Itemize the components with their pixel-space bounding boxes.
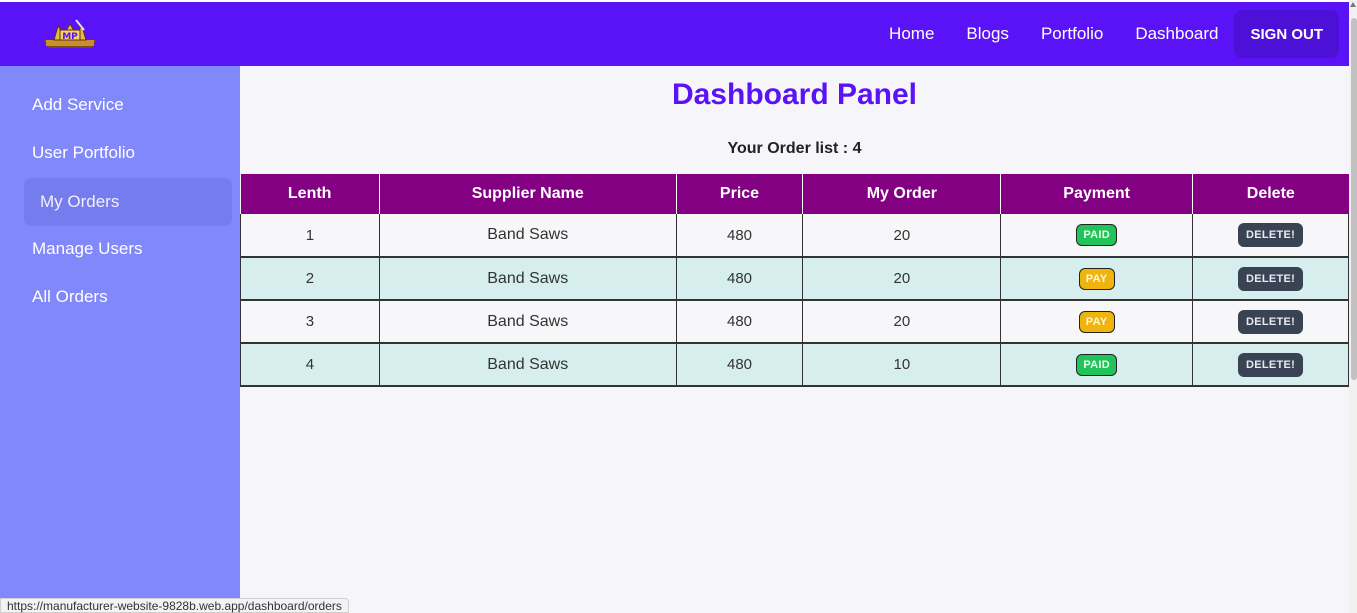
cell-lenth: 3	[240, 300, 380, 344]
column-header-delete: Delete	[1192, 174, 1349, 214]
cell-price: 480	[676, 257, 804, 301]
cell-delete: DELETE!	[1192, 257, 1349, 301]
table-row: 3 Band Saws 480 20 PAY DELETE!	[240, 300, 1349, 344]
scroll-up-arrow-icon[interactable]	[1350, 2, 1356, 7]
table-header-row: Lenth Supplier Name Price My Order Payme…	[240, 174, 1349, 214]
cell-my-order: 20	[802, 257, 1002, 301]
page-title: Dashboard Panel	[671, 78, 918, 111]
pay-button[interactable]: PAY	[1078, 310, 1115, 333]
cell-supplier-name: Band Saws	[379, 214, 677, 258]
sidebar-item-all-orders[interactable]: All Orders	[24, 273, 232, 321]
cell-delete: DELETE!	[1192, 300, 1349, 344]
sidebar-item-my-orders[interactable]: My Orders	[24, 178, 232, 226]
delete-button[interactable]: DELETE!	[1237, 266, 1304, 291]
delete-button[interactable]: DELETE!	[1237, 223, 1304, 247]
cell-price: 480	[676, 300, 804, 344]
orders-table: Lenth Supplier Name Price My Order Payme…	[240, 174, 1349, 387]
sidebar-item-user-portfolio[interactable]: User Portfolio	[24, 129, 232, 177]
cell-payment: PAID	[1000, 343, 1194, 387]
svg-text:MP: MP	[62, 32, 78, 42]
cell-my-order: 20	[802, 214, 1002, 258]
table-row: 1 Band Saws 480 20 PAID DELETE!	[240, 214, 1349, 258]
main-content: Dashboard Panel Your Order list : 4 Lent…	[240, 66, 1349, 613]
cell-delete: DELETE!	[1192, 214, 1349, 258]
cell-price: 480	[676, 214, 804, 258]
sidebar-item-add-service[interactable]: Add Service	[24, 81, 232, 129]
cell-lenth: 2	[240, 257, 380, 301]
nav-links: Home Blogs Portfolio Dashboard SIGN OUT	[873, 2, 1339, 66]
mp-logo-icon[interactable]: MP	[40, 16, 100, 52]
nav-dashboard-link[interactable]: Dashboard	[1119, 24, 1234, 44]
sidebar: Add Service User Portfolio My Orders Man…	[0, 66, 240, 613]
cell-supplier-name: Band Saws	[379, 300, 677, 344]
cell-price: 480	[676, 343, 804, 387]
top-navbar: MP Home Blogs Portfolio Dashboard SIGN O…	[0, 2, 1349, 66]
cell-lenth: 4	[240, 343, 380, 387]
cell-delete: DELETE!	[1192, 343, 1349, 387]
cell-lenth: 1	[240, 214, 380, 258]
pay-button[interactable]: PAY	[1078, 267, 1115, 290]
table-row: 2 Band Saws 480 20 PAY DELETE!	[240, 257, 1349, 301]
paid-badge[interactable]: PAID	[1076, 353, 1117, 376]
cell-payment: PAY	[1000, 300, 1194, 344]
status-bar-url: https://manufacturer-website-9828b.web.a…	[0, 598, 349, 613]
column-header-my-order: My Order	[802, 174, 1002, 214]
column-header-payment: Payment	[1000, 174, 1194, 214]
nav-portfolio-link[interactable]: Portfolio	[1025, 24, 1119, 44]
cell-supplier-name: Band Saws	[379, 257, 677, 301]
delete-button[interactable]: DELETE!	[1237, 309, 1304, 334]
nav-blogs-link[interactable]: Blogs	[950, 24, 1025, 44]
cell-payment: PAID	[1000, 214, 1194, 258]
cell-supplier-name: Band Saws	[379, 343, 677, 387]
cell-payment: PAY	[1000, 257, 1194, 301]
sign-out-button[interactable]: SIGN OUT	[1234, 10, 1339, 58]
table-row: 4 Band Saws 480 10 PAID DELETE!	[240, 343, 1349, 387]
order-count-label: Your Order list : 4	[727, 140, 862, 157]
column-header-supplier-name: Supplier Name	[379, 174, 677, 214]
paid-badge[interactable]: PAID	[1076, 224, 1117, 246]
cell-my-order: 20	[802, 300, 1002, 344]
cell-my-order: 10	[802, 343, 1002, 387]
nav-home-link[interactable]: Home	[873, 24, 950, 44]
sidebar-item-manage-users[interactable]: Manage Users	[24, 225, 232, 273]
column-header-lenth: Lenth	[240, 174, 380, 214]
scrollbar-thumb[interactable]	[1351, 18, 1357, 380]
column-header-price: Price	[676, 174, 804, 214]
delete-button[interactable]: DELETE!	[1237, 352, 1304, 377]
